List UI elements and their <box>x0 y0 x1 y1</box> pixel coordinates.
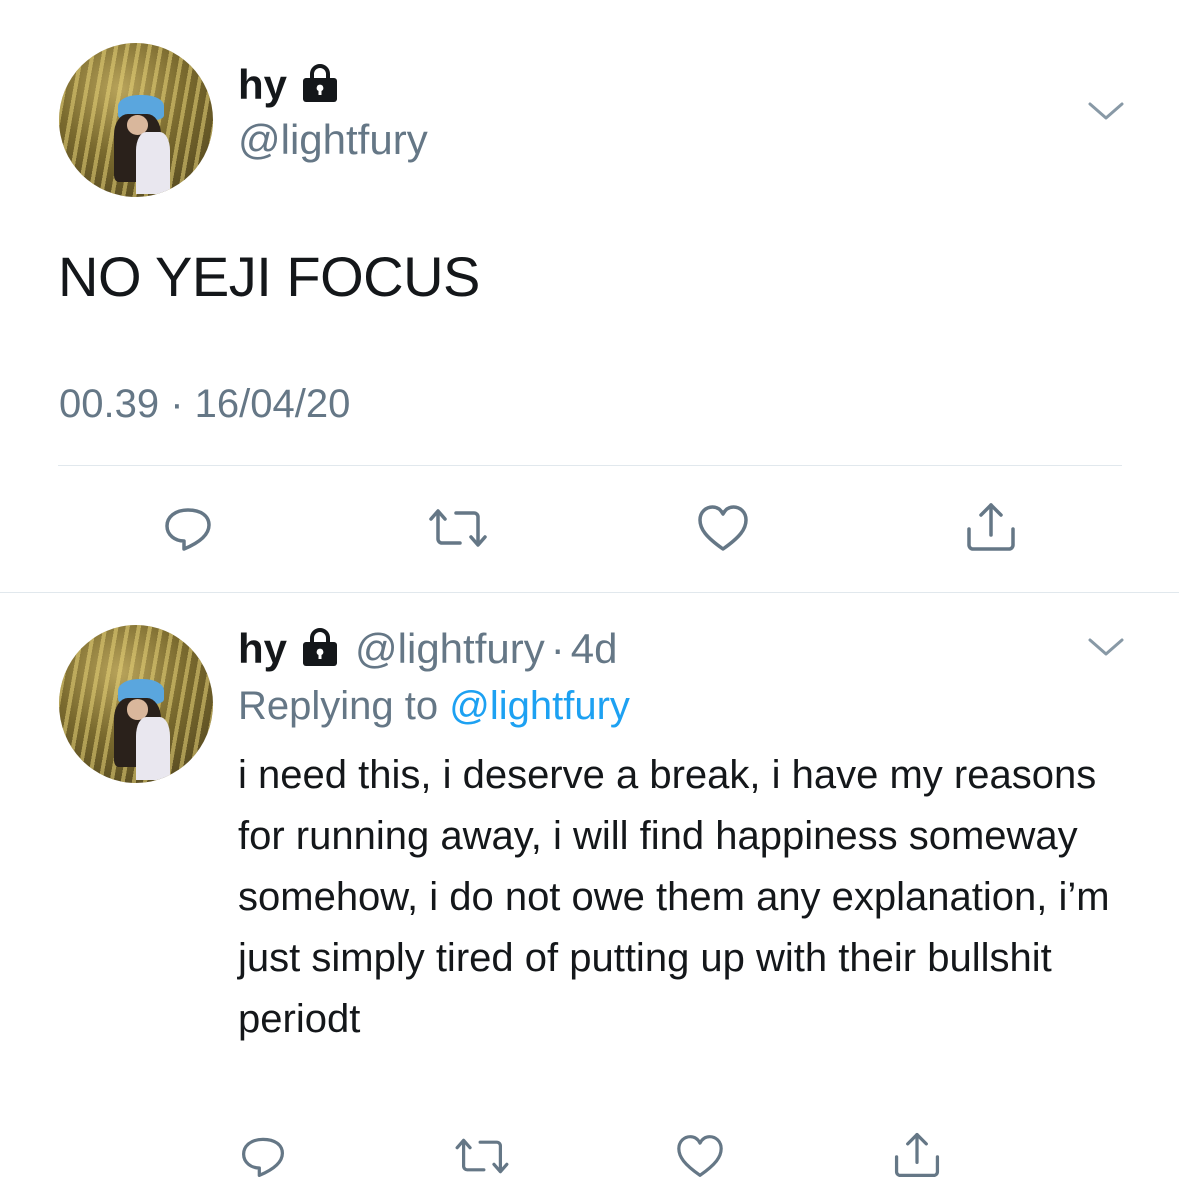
chevron-down-icon[interactable] <box>1086 96 1126 126</box>
retweet-icon <box>455 1138 509 1174</box>
reply-icon <box>242 1137 284 1177</box>
like-icon <box>698 505 748 551</box>
separator: · <box>550 625 565 672</box>
display-name[interactable]: hy <box>238 61 287 109</box>
retweet-button[interactable] <box>452 1132 512 1180</box>
timestamp[interactable]: 00.39 · 16/04/20 <box>59 382 350 427</box>
like-icon <box>677 1135 723 1177</box>
display-name[interactable]: hy <box>238 625 287 673</box>
like-button[interactable] <box>674 1132 726 1180</box>
like-button[interactable] <box>695 502 751 554</box>
share-button[interactable] <box>962 498 1020 556</box>
replying-to-link[interactable]: @lightfury <box>449 684 630 728</box>
avatar[interactable] <box>59 625 213 783</box>
chevron-down-icon[interactable] <box>1086 632 1126 662</box>
retweet-icon <box>429 509 487 547</box>
reply-text: i need this, i deserve a break, i have m… <box>238 753 1110 1041</box>
reply-icon <box>165 508 211 551</box>
tweet-age[interactable]: 4d <box>571 625 618 673</box>
avatar[interactable] <box>59 43 213 197</box>
share-icon <box>967 503 1015 551</box>
reply-button[interactable] <box>237 1130 289 1182</box>
divider <box>58 465 1122 466</box>
lock-icon <box>299 627 341 672</box>
divider <box>0 592 1179 593</box>
handle[interactable]: @lightfury <box>355 625 545 673</box>
retweet-button[interactable] <box>426 502 490 554</box>
handle[interactable]: @lightfury <box>238 116 428 164</box>
lock-icon <box>299 63 341 108</box>
replying-to-label: Replying to <box>238 684 439 728</box>
share-button[interactable] <box>890 1128 944 1182</box>
tweet-text: NO YEJI FOCUS <box>58 245 480 308</box>
share-icon <box>894 1132 940 1178</box>
reply-button[interactable] <box>160 500 216 556</box>
